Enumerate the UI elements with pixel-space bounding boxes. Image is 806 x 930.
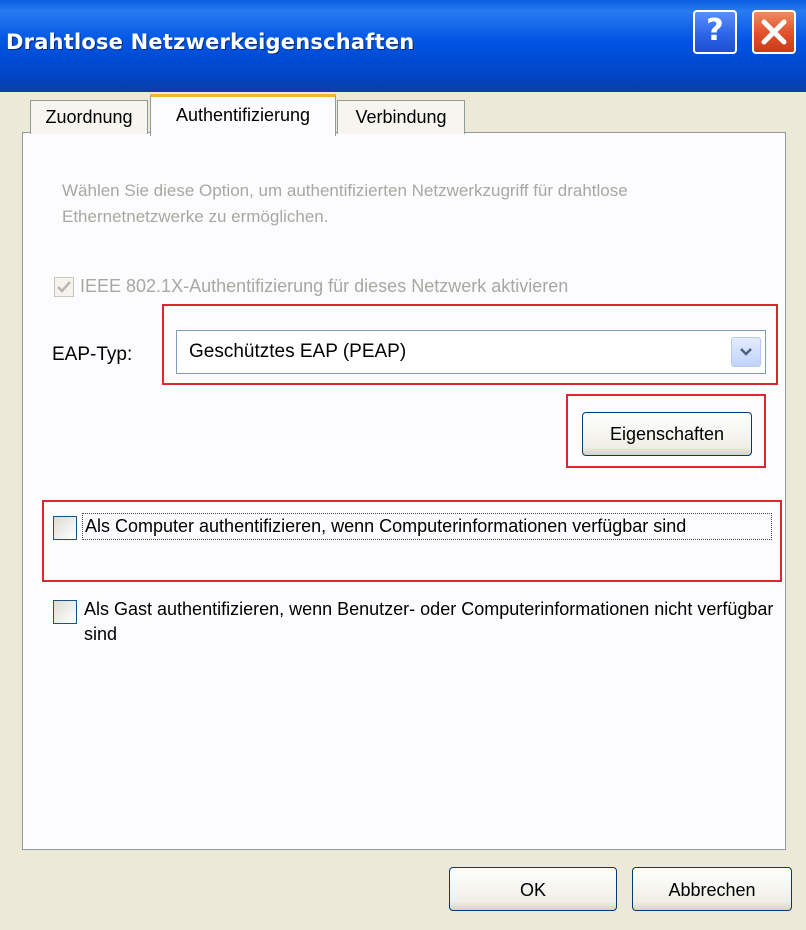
tab-label: Verbindung: [355, 107, 447, 127]
close-icon: [761, 19, 787, 45]
help-button[interactable]: ?: [693, 10, 737, 54]
close-button[interactable]: [752, 10, 796, 54]
tab-zuordnung[interactable]: Zuordnung: [30, 100, 148, 134]
window-title: Drahtlose Netzwerkeigenschaften: [6, 30, 415, 54]
tab-panel-authentifizierung: [22, 132, 786, 850]
checkmark-icon: [57, 281, 71, 293]
tab-verbindung[interactable]: Verbindung: [337, 100, 465, 134]
tab-label: Zuordnung: [45, 107, 133, 127]
eap-type-label: EAP-Typ:: [52, 344, 133, 365]
guest-auth-label[interactable]: Als Gast authentifizieren, wenn Benutzer…: [84, 597, 774, 647]
auth-description: Wählen Sie diese Option, um authentifizi…: [62, 181, 628, 226]
tab-label: Authentifizierung: [175, 105, 311, 125]
ieee-8021x-label: IEEE 802.1X-Authentifizierung für dieses…: [80, 276, 569, 296]
title-bar[interactable]: Drahtlose Netzwerkeigenschaften ?: [0, 0, 806, 92]
cancel-button[interactable]: Abbrechen: [632, 867, 792, 911]
tab-authentifizierung[interactable]: Authentifizierung: [150, 94, 336, 136]
highlight-eigenschaften: [566, 394, 766, 468]
ok-button[interactable]: OK: [449, 867, 617, 911]
help-icon: ?: [706, 13, 724, 48]
ieee-8021x-checkbox: [54, 277, 74, 297]
guest-auth-checkbox[interactable]: [53, 600, 77, 624]
highlight-computer-auth: [42, 500, 782, 582]
highlight-eap-type: [162, 304, 778, 385]
